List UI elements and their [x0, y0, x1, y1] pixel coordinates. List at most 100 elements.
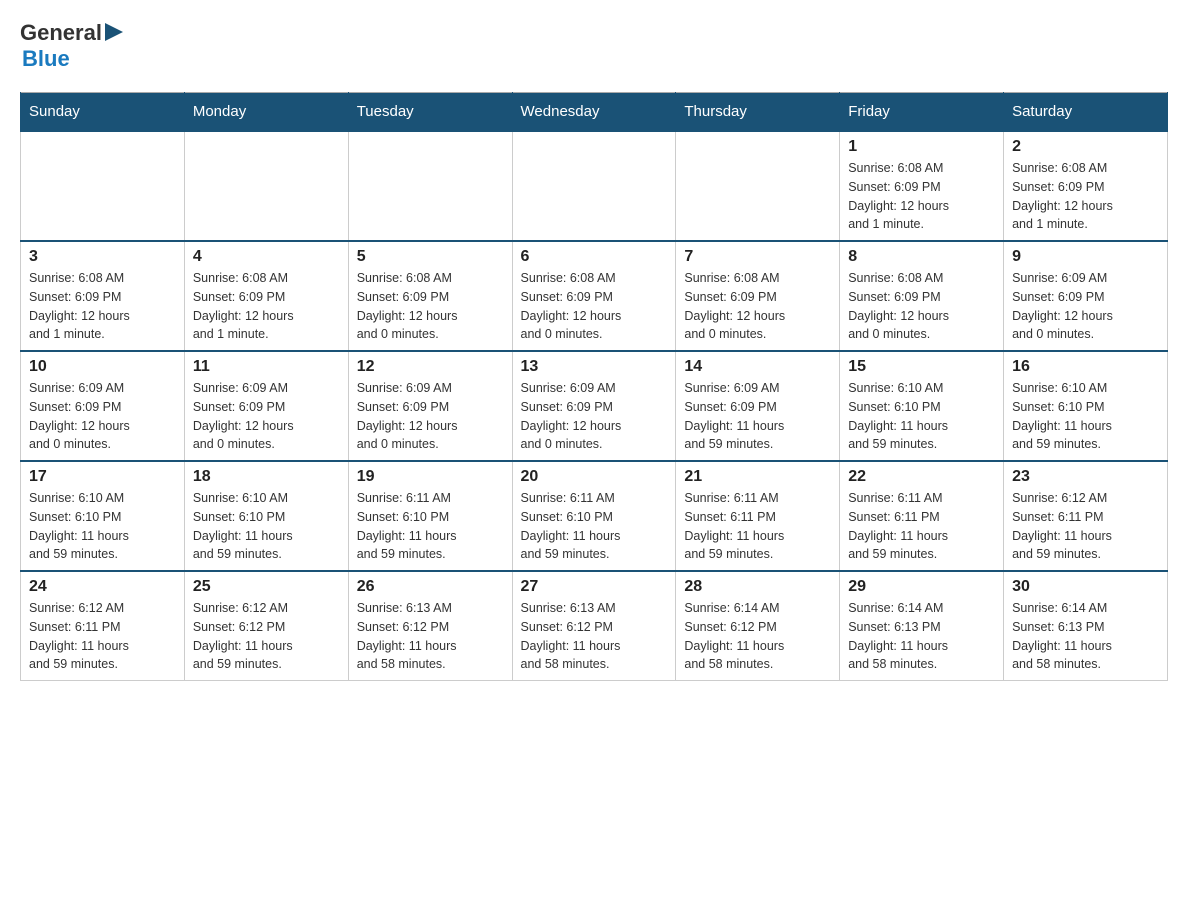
- day-number: 7: [684, 248, 831, 266]
- day-number: 18: [193, 468, 340, 486]
- calendar-cell: 16 Sunrise: 6:10 AMSunset: 6:10 PMDayligh…: [1004, 351, 1168, 461]
- day-number: 10: [29, 358, 176, 376]
- day-info: Sunrise: 6:08 AMSunset: 6:09 PMDaylight:…: [1012, 159, 1159, 234]
- day-info: Sunrise: 6:11 AMSunset: 6:10 PMDaylight:…: [357, 489, 504, 564]
- day-info: Sunrise: 6:09 AMSunset: 6:09 PMDaylight:…: [357, 379, 504, 454]
- day-number: 24: [29, 578, 176, 596]
- weekday-header-tuesday: Tuesday: [348, 93, 512, 132]
- day-number: 29: [848, 578, 995, 596]
- calendar-cell: 30Sunrise: 6:14 AMSunset: 6:13 PMDayligh…: [1004, 571, 1168, 681]
- day-info: Sunrise: 6:10 AMSunset: 6:10 PMDaylight:…: [848, 379, 995, 454]
- day-number: 9: [1012, 248, 1159, 266]
- day-number: 22: [848, 468, 995, 486]
- calendar-cell: 3 Sunrise: 6:08 AMSunset: 6:09 PMDaylight…: [21, 241, 185, 351]
- day-number: 13: [521, 358, 668, 376]
- day-info: Sunrise: 6:08 AMSunset: 6:09 PMDaylight:…: [29, 269, 176, 344]
- day-info: Sunrise: 6:09 AMSunset: 6:09 PMDaylight:…: [29, 379, 176, 454]
- day-info: Sunrise: 6:12 AMSunset: 6:11 PMDaylight:…: [1012, 489, 1159, 564]
- day-number: 20: [521, 468, 668, 486]
- calendar-cell: 21 Sunrise: 6:11 AMSunset: 6:11 PMDayligh…: [676, 461, 840, 571]
- logo: General Blue: [20, 20, 127, 72]
- calendar-cell: 18 Sunrise: 6:10 AMSunset: 6:10 PMDayligh…: [184, 461, 348, 571]
- calendar-cell: 25Sunrise: 6:12 AMSunset: 6:12 PMDayligh…: [184, 571, 348, 681]
- week-row-3: 10 Sunrise: 6:09 AMSunset: 6:09 PMDayligh…: [21, 351, 1168, 461]
- day-info: Sunrise: 6:12 AMSunset: 6:11 PMDaylight:…: [29, 599, 176, 674]
- logo-arrow-icon: [105, 23, 127, 41]
- day-number: 27: [521, 578, 668, 596]
- calendar-cell: 10 Sunrise: 6:09 AMSunset: 6:09 PMDayligh…: [21, 351, 185, 461]
- calendar-cell: 7 Sunrise: 6:08 AMSunset: 6:09 PMDaylight…: [676, 241, 840, 351]
- calendar-cell: 17Sunrise: 6:10 AMSunset: 6:10 PMDayligh…: [21, 461, 185, 571]
- day-number: 16: [1012, 358, 1159, 376]
- calendar-cell: 6Sunrise: 6:08 AMSunset: 6:09 PMDaylight…: [512, 241, 676, 351]
- day-number: 25: [193, 578, 340, 596]
- week-row-5: 24 Sunrise: 6:12 AMSunset: 6:11 PMDayligh…: [21, 571, 1168, 681]
- calendar-cell: 15 Sunrise: 6:10 AMSunset: 6:10 PMDayligh…: [840, 351, 1004, 461]
- weekday-header-thursday: Thursday: [676, 93, 840, 132]
- calendar-cell: 4 Sunrise: 6:08 AMSunset: 6:09 PMDaylight…: [184, 241, 348, 351]
- day-info: Sunrise: 6:11 AMSunset: 6:11 PMDaylight:…: [848, 489, 995, 564]
- weekday-header-wednesday: Wednesday: [512, 93, 676, 132]
- day-number: 8: [848, 248, 995, 266]
- day-number: 3: [29, 248, 176, 266]
- day-info: Sunrise: 6:08 AMSunset: 6:09 PMDaylight:…: [357, 269, 504, 344]
- day-info: Sunrise: 6:14 AMSunset: 6:12 PMDaylight:…: [684, 599, 831, 674]
- calendar-cell: 12 Sunrise: 6:09 AMSunset: 6:09 PMDayligh…: [348, 351, 512, 461]
- day-info: Sunrise: 6:10 AMSunset: 6:10 PMDaylight:…: [193, 489, 340, 564]
- calendar-cell: 20 Sunrise: 6:11 AMSunset: 6:10 PMDayligh…: [512, 461, 676, 571]
- day-number: 1: [848, 138, 995, 156]
- week-row-1: 1 Sunrise: 6:08 AMSunset: 6:09 PMDaylight…: [21, 131, 1168, 241]
- logo-general: General: [20, 20, 102, 46]
- calendar-cell: 2 Sunrise: 6:08 AMSunset: 6:09 PMDaylight…: [1004, 131, 1168, 241]
- day-info: Sunrise: 6:09 AMSunset: 6:09 PMDaylight:…: [1012, 269, 1159, 344]
- logo-blue: Blue: [22, 46, 70, 72]
- day-number: 6: [521, 248, 668, 266]
- calendar-cell: 29 Sunrise: 6:14 AMSunset: 6:13 PMDayligh…: [840, 571, 1004, 681]
- calendar-cell: 1 Sunrise: 6:08 AMSunset: 6:09 PMDaylight…: [840, 131, 1004, 241]
- day-number: 17: [29, 468, 176, 486]
- day-info: Sunrise: 6:08 AMSunset: 6:09 PMDaylight:…: [848, 269, 995, 344]
- day-info: Sunrise: 6:08 AMSunset: 6:09 PMDaylight:…: [684, 269, 831, 344]
- day-number: 23: [1012, 468, 1159, 486]
- calendar-cell: [21, 131, 185, 241]
- calendar-cell: 24 Sunrise: 6:12 AMSunset: 6:11 PMDayligh…: [21, 571, 185, 681]
- day-number: 11: [193, 358, 340, 376]
- calendar-cell: [184, 131, 348, 241]
- calendar-cell: 13 Sunrise: 6:09 AMSunset: 6:09 PMDayligh…: [512, 351, 676, 461]
- day-info: Sunrise: 6:09 AMSunset: 6:09 PMDaylight:…: [521, 379, 668, 454]
- calendar-cell: 14Sunrise: 6:09 AMSunset: 6:09 PMDayligh…: [676, 351, 840, 461]
- day-number: 30: [1012, 578, 1159, 596]
- calendar-cell: 11 Sunrise: 6:09 AMSunset: 6:09 PMDayligh…: [184, 351, 348, 461]
- weekday-header-monday: Monday: [184, 93, 348, 132]
- day-number: 19: [357, 468, 504, 486]
- day-number: 5: [357, 248, 504, 266]
- calendar-cell: [348, 131, 512, 241]
- day-info: Sunrise: 6:14 AMSunset: 6:13 PMDaylight:…: [848, 599, 995, 674]
- day-info: Sunrise: 6:11 AMSunset: 6:11 PMDaylight:…: [684, 489, 831, 564]
- weekday-header-sunday: Sunday: [21, 93, 185, 132]
- day-number: 2: [1012, 138, 1159, 156]
- calendar-table: SundayMondayTuesdayWednesdayThursdayFrid…: [20, 92, 1168, 681]
- day-number: 28: [684, 578, 831, 596]
- day-number: 15: [848, 358, 995, 376]
- weekday-header-saturday: Saturday: [1004, 93, 1168, 132]
- calendar-cell: [676, 131, 840, 241]
- calendar-cell: 19 Sunrise: 6:11 AMSunset: 6:10 PMDayligh…: [348, 461, 512, 571]
- day-number: 4: [193, 248, 340, 266]
- calendar-cell: 28 Sunrise: 6:14 AMSunset: 6:12 PMDayligh…: [676, 571, 840, 681]
- day-info: Sunrise: 6:10 AMSunset: 6:10 PMDaylight:…: [1012, 379, 1159, 454]
- day-info: Sunrise: 6:08 AMSunset: 6:09 PMDaylight:…: [848, 159, 995, 234]
- calendar-cell: 22 Sunrise: 6:11 AMSunset: 6:11 PMDayligh…: [840, 461, 1004, 571]
- day-number: 26: [357, 578, 504, 596]
- day-info: Sunrise: 6:09 AMSunset: 6:09 PMDaylight:…: [193, 379, 340, 454]
- day-info: Sunrise: 6:09 AMSunset: 6:09 PMDaylight:…: [684, 379, 831, 454]
- day-info: Sunrise: 6:11 AMSunset: 6:10 PMDaylight:…: [521, 489, 668, 564]
- day-number: 12: [357, 358, 504, 376]
- calendar-cell: [512, 131, 676, 241]
- day-info: Sunrise: 6:13 AMSunset: 6:12 PMDaylight:…: [357, 599, 504, 674]
- week-row-4: 17 Sunrise: 6:10 AMSunset: 6:10 PMDayligh…: [21, 461, 1168, 571]
- day-number: 21: [684, 468, 831, 486]
- day-info: Sunrise: 6:08 AMSunset: 6:09 PMDaylight:…: [193, 269, 340, 344]
- calendar-cell: 8 Sunrise: 6:08 AMSunset: 6:09 PMDaylight…: [840, 241, 1004, 351]
- calendar-cell: 23 Sunrise: 6:12 AMSunset: 6:11 PMDayligh…: [1004, 461, 1168, 571]
